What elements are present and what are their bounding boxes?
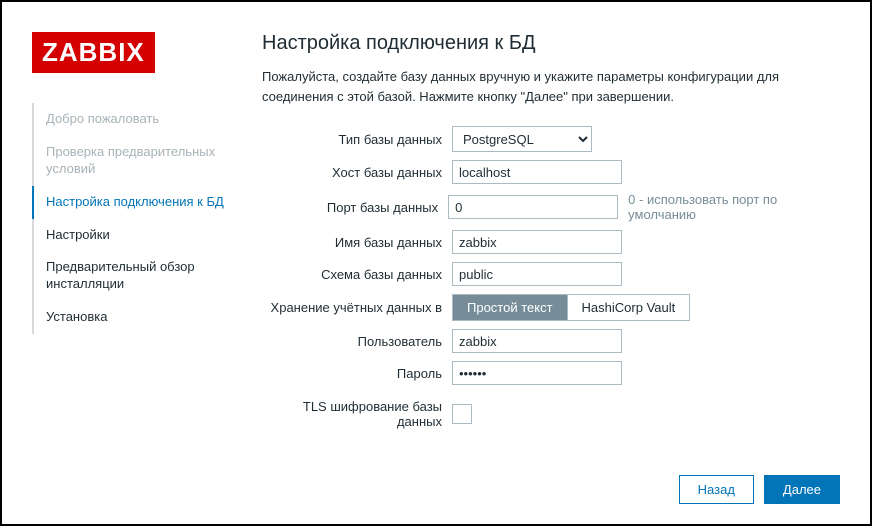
password-label: Пароль (262, 366, 452, 381)
user-label: Пользователь (262, 334, 452, 349)
footer-buttons: Назад Далее (262, 455, 840, 504)
tls-checkbox[interactable] (452, 404, 472, 424)
db-port-input[interactable] (448, 195, 618, 219)
db-schema-label: Схема базы данных (262, 267, 452, 282)
db-port-hint: 0 - использовать порт по умолчанию (628, 192, 840, 222)
db-form: Тип базы данных PostgreSQL Хост базы дан… (262, 126, 840, 429)
sidebar: ZABBIX Добро пожаловать Проверка предвар… (32, 32, 242, 504)
creds-store-vault[interactable]: HashiCorp Vault (568, 295, 690, 320)
next-button[interactable]: Далее (764, 475, 840, 504)
db-schema-input[interactable] (452, 262, 622, 286)
db-type-label: Тип базы данных (262, 132, 452, 147)
nav-item-install[interactable]: Установка (32, 301, 242, 334)
nav-list: Добро пожаловать Проверка предварительны… (32, 103, 242, 334)
back-button[interactable]: Назад (679, 475, 754, 504)
creds-store-label: Хранение учётных данных в (262, 300, 452, 315)
db-host-input[interactable] (452, 160, 622, 184)
user-input[interactable] (452, 329, 622, 353)
db-type-select[interactable]: PostgreSQL (452, 126, 592, 152)
creds-store-plaintext[interactable]: Простой текст (453, 295, 568, 320)
page-desc: Пожалуйста, создайте базу данных вручную… (262, 67, 840, 106)
creds-store-segment: Простой текст HashiCorp Vault (452, 294, 690, 321)
main-content: Настройка подключения к БД Пожалуйста, с… (242, 32, 840, 504)
nav-item-dbconn[interactable]: Настройка подключения к БД (32, 186, 242, 219)
db-name-label: Имя базы данных (262, 235, 452, 250)
db-port-label: Порт базы данных (262, 200, 448, 215)
nav-item-welcome[interactable]: Добро пожаловать (32, 103, 242, 136)
tls-label: TLS шифрование базы данных (262, 399, 452, 429)
nav-item-prereq[interactable]: Проверка предварительных условий (32, 136, 242, 186)
password-input[interactable] (452, 361, 622, 385)
db-host-label: Хост базы данных (262, 165, 452, 180)
db-name-input[interactable] (452, 230, 622, 254)
nav-item-preinstall[interactable]: Предварительный обзор инсталляции (32, 251, 242, 301)
logo: ZABBIX (32, 32, 155, 73)
nav-item-settings[interactable]: Настройки (32, 219, 242, 252)
page-title: Настройка подключения к БД (262, 32, 840, 55)
